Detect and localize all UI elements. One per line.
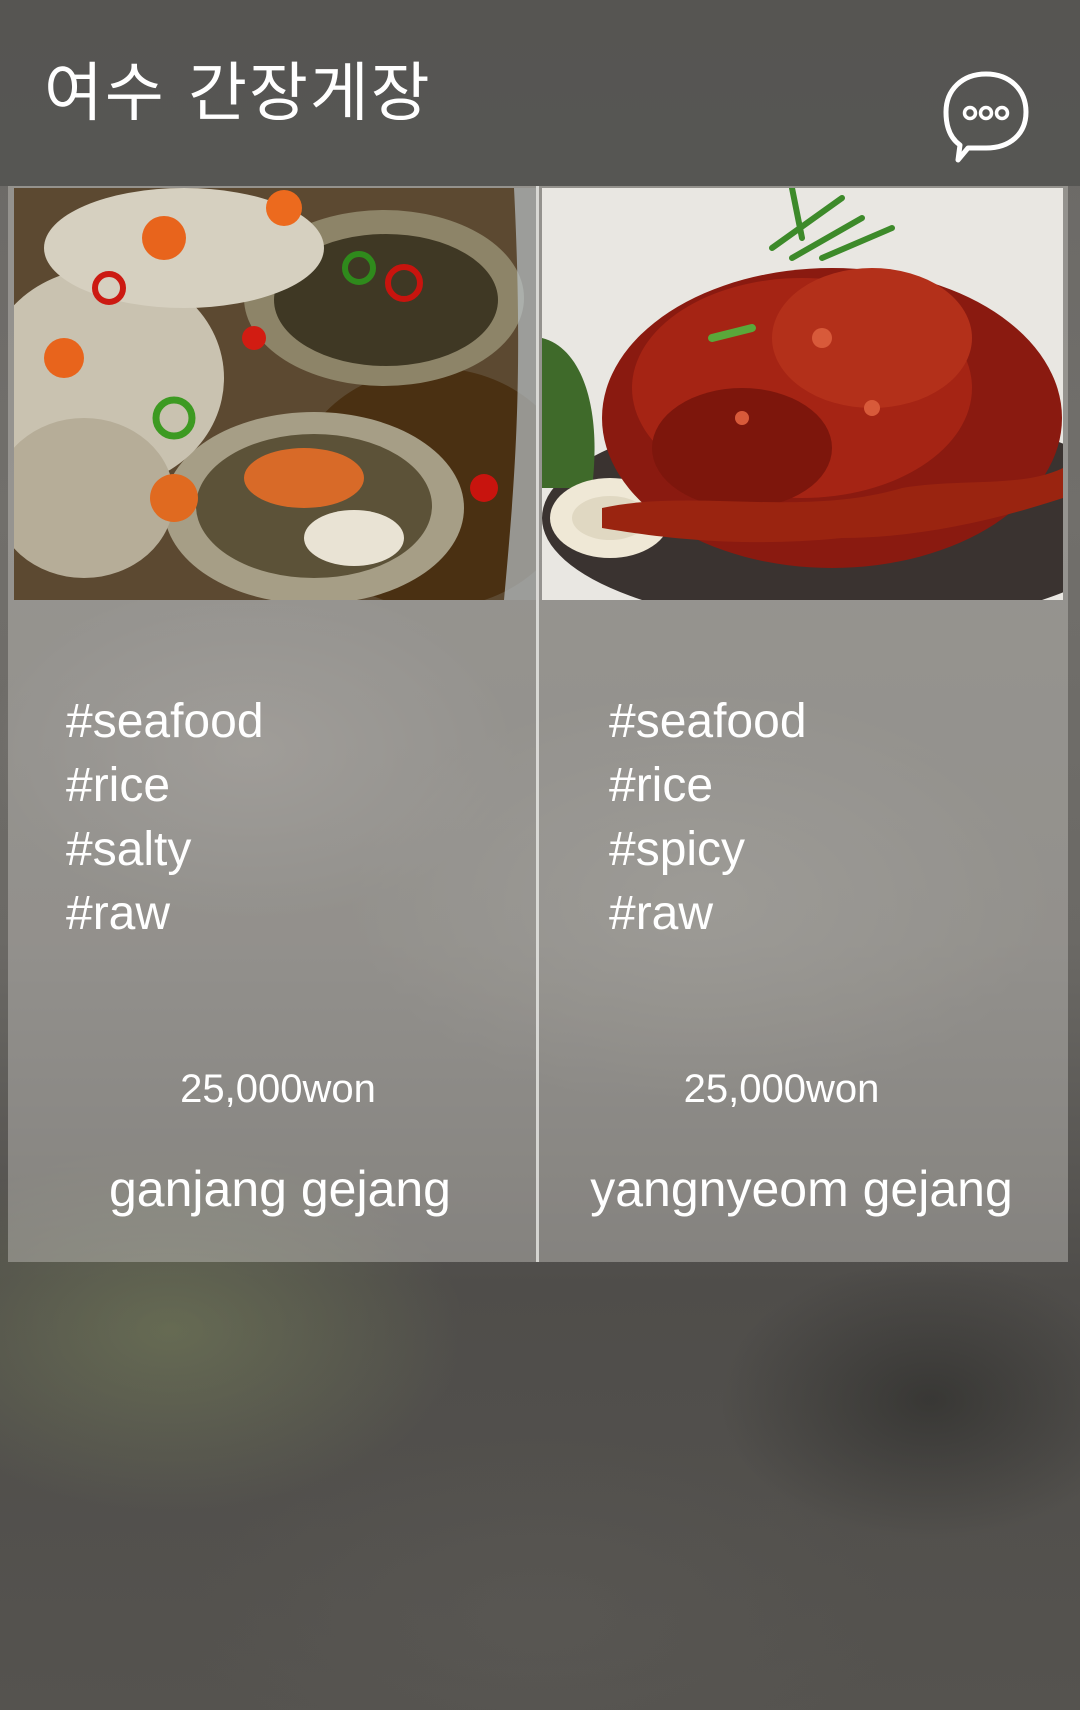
menu-grid: #seafood #rice #salty #raw 25,000won gan… bbox=[8, 186, 1068, 1262]
tag-list: #seafood #rice #spicy #raw bbox=[609, 690, 807, 946]
chat-bubble-ellipsis-icon bbox=[943, 71, 1029, 163]
page-title: 여수 간장게장 bbox=[44, 57, 432, 131]
tag: #seafood bbox=[609, 695, 807, 748]
tag: #raw bbox=[609, 887, 714, 940]
dish-name: ganjang gejang bbox=[109, 1161, 451, 1217]
price-label: 25,000won bbox=[180, 1067, 376, 1111]
tag: #salty bbox=[66, 823, 192, 876]
tag: #rice bbox=[66, 759, 171, 812]
tag: #raw bbox=[66, 887, 171, 940]
tag: #rice bbox=[609, 759, 714, 812]
tag: #seafood bbox=[66, 695, 264, 748]
chat-button[interactable] bbox=[940, 68, 1032, 164]
ganjang-gejang-photo bbox=[14, 188, 536, 600]
header-bar: 여수 간장게장 bbox=[0, 0, 1080, 186]
menu-card-ganjang-gejang[interactable]: #seafood #rice #salty #raw 25,000won gan… bbox=[8, 186, 536, 1262]
tag-list: #seafood #rice #salty #raw bbox=[66, 690, 264, 946]
yangnyeom-gejang-photo bbox=[542, 188, 1063, 600]
price-label: 25,000won bbox=[683, 1067, 880, 1111]
menu-card-yangnyeom-gejang[interactable]: #seafood #rice #spicy #raw 25,000won yan… bbox=[539, 186, 1068, 1262]
tag: #spicy bbox=[609, 823, 746, 876]
dish-name: yangnyeom gejang bbox=[590, 1161, 1013, 1217]
